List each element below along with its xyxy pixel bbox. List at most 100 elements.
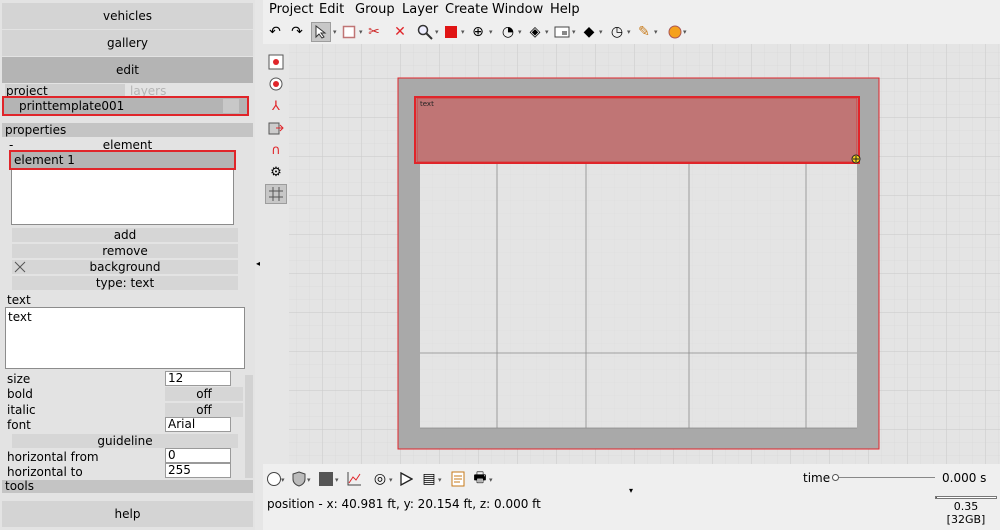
size-input[interactable]: 12 [165, 371, 231, 386]
record-icon[interactable] [265, 74, 287, 94]
properties-header[interactable]: properties [2, 123, 253, 137]
menu-create[interactable]: Create [445, 2, 488, 18]
italic-label: italic [7, 403, 36, 417]
menu-window[interactable]: Window [492, 2, 543, 18]
chevron-down-icon[interactable]: ▾ [489, 28, 495, 36]
left-panel: vehicles gallery edit project layers pri… [0, 0, 255, 530]
move-icon[interactable]: ⊕ [468, 22, 488, 42]
add-element-button[interactable]: add [12, 228, 238, 242]
project-list-item[interactable]: printtemplate001 [2, 96, 249, 116]
tool-column: ⅄ ∩ ⚙ [263, 44, 289, 464]
chevron-down-icon[interactable]: ▾ [489, 476, 495, 484]
rectangle-tool-icon[interactable] [339, 22, 359, 42]
render-icon[interactable]: ◎ [369, 468, 391, 490]
play-icon[interactable] [395, 468, 417, 490]
menu-edit[interactable]: Edit [319, 2, 344, 18]
project-tabs: project layers [0, 84, 255, 98]
undo-icon[interactable]: ↶ [265, 22, 285, 42]
document-icon[interactable] [447, 468, 469, 490]
remove-element-button[interactable]: remove [12, 244, 238, 258]
chevron-down-icon[interactable]: ▾ [438, 476, 444, 484]
background-toggle[interactable]: background [12, 260, 238, 274]
memory-bar-fill [936, 497, 938, 498]
font-input[interactable]: Arial [165, 417, 231, 432]
tools-header[interactable]: tools [2, 480, 253, 493]
material-icon[interactable] [315, 468, 337, 490]
horizontal-to-label: horizontal to [7, 465, 83, 479]
time-label: time [803, 471, 831, 485]
bold-toggle[interactable]: off [165, 387, 243, 401]
settings-icon[interactable]: ⚙ [265, 162, 287, 182]
checkbox-x-icon[interactable] [14, 261, 26, 273]
horizontal-from-input[interactable]: 0 [165, 448, 231, 463]
tab-project[interactable]: project [5, 84, 125, 98]
size-label: size [7, 372, 31, 386]
page-setup-icon[interactable] [265, 52, 287, 72]
menu-project[interactable]: Project [269, 2, 313, 18]
properties-scrollbar[interactable] [245, 375, 253, 478]
chevron-down-icon[interactable]: ▾ [683, 28, 689, 36]
chevron-down-icon[interactable]: ▾ [627, 28, 633, 36]
chevron-down-icon[interactable]: ▾ [654, 28, 660, 36]
menu-help[interactable]: Help [550, 2, 580, 18]
edit-button[interactable]: edit [2, 57, 253, 83]
canvas-viewport[interactable]: text [289, 44, 1000, 464]
redo-icon[interactable]: ↷ [287, 22, 307, 42]
tab-layers[interactable]: layers [130, 84, 166, 98]
bold-label: bold [7, 387, 33, 401]
delete-icon[interactable]: ✕ [390, 22, 410, 42]
horizontal-to-input[interactable]: 255 [165, 463, 231, 478]
toolbar: ↶ ↷ ▾ ▾ ✂ ✕ ▾ ▾ ⊕ ▾ ◔ ▾ ◈ ▾ ▾ ◆ ▾ ◷ ▾ ✎ [263, 20, 1000, 44]
chevron-down-icon[interactable]: ▾ [307, 476, 313, 484]
align-icon[interactable]: ◈ [525, 22, 545, 42]
chevron-down-icon[interactable]: ▾ [461, 28, 467, 36]
memory-value: 0.35 [953, 500, 979, 513]
text-label: text [7, 293, 31, 307]
color-swatch-icon[interactable] [441, 22, 461, 42]
collapse-arrow-icon[interactable]: ◂ [256, 259, 260, 268]
vehicles-button[interactable]: vehicles [2, 3, 253, 29]
rotate-icon[interactable]: ◔ [498, 22, 518, 42]
memory-bar [935, 496, 997, 499]
gallery-button[interactable]: gallery [2, 30, 253, 56]
chevron-down-icon[interactable]: ▾ [545, 28, 551, 36]
font-label: font [7, 418, 31, 432]
panel-divider[interactable]: ◂ [255, 0, 263, 530]
measure-icon[interactable]: ◷ [607, 22, 627, 42]
chevron-down-icon[interactable]: ▾ [335, 476, 341, 484]
italic-toggle[interactable]: off [165, 403, 243, 417]
chevron-down-icon[interactable]: ▾ [281, 476, 287, 484]
element-text[interactable]: text [420, 100, 434, 108]
grid-icon[interactable] [265, 184, 287, 204]
element-list-item[interactable]: element 1 [9, 150, 236, 170]
axis-icon[interactable]: ⅄ [265, 96, 287, 116]
pencil-icon[interactable]: ✎ [634, 22, 654, 42]
zoom-icon[interactable] [415, 22, 435, 42]
select-arrow-icon[interactable] [311, 22, 331, 42]
bottom-bar: ▾ ▾ ▾ ◎ ▾ ▤ ▾ 🖶 ▾ ▾ time 0.000 s positio… [263, 464, 1000, 530]
export-doc-icon[interactable]: ▤ [418, 468, 440, 490]
chevron-down-icon[interactable]: ▾ [572, 28, 578, 36]
time-slider[interactable] [832, 474, 935, 481]
panel-expand-arrow-icon[interactable]: ▾ [629, 486, 633, 495]
text-input[interactable]: text [5, 307, 245, 369]
position-readout: position - x: 40.981 ft, y: 20.154 ft, z… [267, 497, 541, 511]
help-button[interactable]: help [2, 501, 253, 527]
menu-group[interactable]: Group [355, 2, 395, 18]
chart-icon[interactable] [343, 468, 365, 490]
print-icon[interactable]: 🖶 [469, 468, 491, 490]
type-selector[interactable]: type: text [12, 276, 238, 290]
cut-tool-icon[interactable]: ✂ [364, 22, 384, 42]
ruler-icon[interactable]: ◆ [579, 22, 599, 42]
chevron-down-icon[interactable]: ▾ [518, 28, 524, 36]
help-icon[interactable] [665, 22, 685, 42]
frame-icon[interactable] [552, 22, 572, 42]
time-slider-handle[interactable] [832, 474, 839, 481]
chevron-down-icon[interactable]: ▾ [599, 28, 605, 36]
memory-total: [32GB] [946, 513, 986, 526]
menu-layer[interactable]: Layer [402, 2, 438, 18]
guideline-button[interactable]: guideline [12, 434, 238, 448]
project-item-handle[interactable] [223, 99, 239, 113]
export-icon[interactable] [265, 118, 287, 138]
magnet-icon[interactable]: ∩ [265, 140, 287, 160]
